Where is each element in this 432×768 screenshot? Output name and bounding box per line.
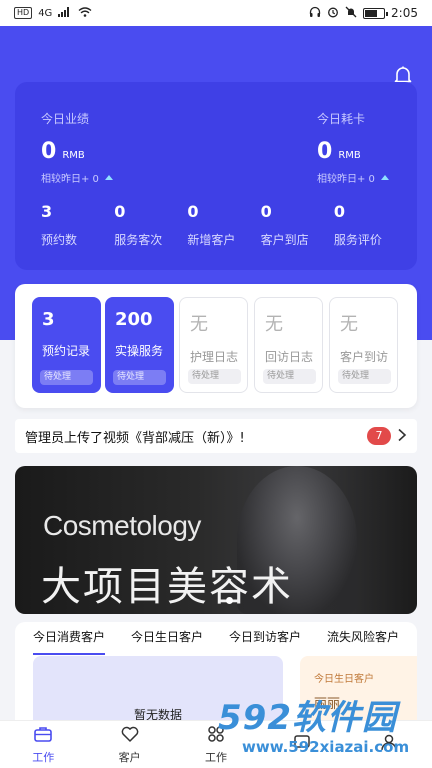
stat-service-reviews[interactable]: 0 服务评价 [334, 202, 407, 248]
promo-banner[interactable]: Cosmetology 大项目美容术 [15, 466, 417, 614]
stats-card: 今日业绩 0 RMB 相较昨日+ 0 今日耗卡 0 RMB 相较昨日+ 0 3 … [15, 82, 417, 270]
stat-value: 0 [114, 202, 126, 221]
tab-churn-risk[interactable]: 流失风险客户 [327, 628, 399, 655]
trend-up-icon [104, 175, 113, 180]
tab-today-visit[interactable]: 今日到访客户 [229, 628, 301, 655]
tabbar-work[interactable]: 工作 [0, 721, 86, 768]
alarm-icon [327, 6, 339, 21]
clock-time: 2:05 [391, 6, 418, 20]
task-followup-log[interactable]: 无 回访日志 待处理 [254, 297, 323, 393]
today-consumption[interactable]: 今日耗卡 0 RMB 相较昨日+ 0 [317, 110, 389, 185]
notice-bar[interactable]: 管理员上传了视频《背部减压（新）》! 7 [15, 419, 417, 453]
task-status-badge: 待处理 [188, 369, 241, 384]
watermark-url: www.592xiazai.com [242, 738, 410, 756]
task-name: 护理日志 [190, 350, 239, 364]
today-performance-unit: RMB [62, 150, 85, 161]
task-appointment-records[interactable]: 3 预约记录 待处理 [32, 297, 101, 393]
stat-value: 3 [41, 202, 53, 221]
hd-indicator: HD [14, 7, 33, 19]
tasks-card: 3 预约记录 待处理 200 实操服务 待处理 无 护理日志 待处理 无 回访日… [15, 284, 417, 408]
task-name: 回访日志 [265, 350, 314, 364]
task-care-log[interactable]: 无 护理日志 待处理 [179, 297, 248, 393]
stats-row: 3 预约数 0 服务客次 0 新增客户 0 客户到店 0 服务评价 [41, 202, 407, 248]
stat-label: 服务客次 [114, 233, 163, 247]
stat-appointments[interactable]: 3 预约数 [41, 202, 114, 248]
task-status-badge: 待处理 [338, 369, 391, 384]
today-consumption-value: 0 [317, 139, 333, 164]
briefcase-icon [33, 724, 53, 747]
task-name: 客户到访 [340, 350, 389, 364]
task-name: 预约记录 [42, 344, 91, 358]
watermark-brand: 592软件园 [218, 698, 397, 738]
today-consumption-compare: 相较昨日+ 0 [317, 174, 375, 185]
today-performance[interactable]: 今日业绩 0 RMB 相较昨日+ 0 [41, 110, 113, 185]
tab-today-birthday[interactable]: 今日生日客户 [131, 628, 203, 655]
task-practical-service[interactable]: 200 实操服务 待处理 [105, 297, 174, 393]
notice-text: 管理员上传了视频《背部减压（新）》! [25, 430, 245, 446]
banner-chinese-title: 大项目美容术 [41, 564, 293, 610]
signal-icon [58, 6, 72, 20]
carousel-indicator[interactable] [226, 597, 233, 604]
site-watermark: 592软件园 www.592xiazai.com [212, 688, 432, 768]
today-consumption-unit: RMB [338, 150, 361, 161]
task-count: 3 [42, 309, 55, 330]
trend-up-icon [380, 175, 389, 180]
tabbar-label: 客户 [118, 751, 141, 764]
task-status-badge: 待处理 [263, 369, 316, 384]
stat-label: 客户到店 [260, 233, 309, 247]
status-bar: HD 4G 2:05 [0, 0, 432, 26]
chevron-right-icon [397, 427, 407, 446]
stat-value: 0 [260, 202, 272, 221]
wifi-icon [78, 6, 92, 20]
today-performance-value: 0 [41, 139, 57, 164]
heart-icon [120, 724, 140, 747]
stat-value: 0 [333, 202, 345, 221]
task-count: 无 [340, 314, 358, 335]
task-count: 无 [265, 314, 283, 335]
task-name: 实操服务 [115, 344, 164, 358]
stat-label: 新增客户 [187, 233, 236, 247]
today-performance-compare: 相较昨日+ 0 [41, 174, 99, 185]
today-performance-label: 今日业绩 [41, 112, 90, 126]
battery-icon [363, 7, 389, 19]
task-count: 无 [190, 314, 208, 335]
tabbar-customers[interactable]: 客户 [86, 721, 172, 768]
task-count: 200 [115, 309, 153, 330]
tab-today-consumption[interactable]: 今日消费客户 [33, 628, 106, 655]
tabbar-label: 工作 [32, 751, 55, 764]
network-indicator: 4G [38, 7, 53, 19]
notice-count-badge: 7 [367, 427, 391, 445]
banner-english-title: Cosmetology [43, 510, 201, 541]
stat-label: 预约数 [41, 233, 78, 247]
stat-service-visits[interactable]: 0 服务客次 [114, 202, 187, 248]
stat-customer-arrivals[interactable]: 0 客户到店 [261, 202, 334, 248]
stat-label: 服务评价 [333, 233, 382, 247]
task-status-badge: 待处理 [40, 370, 93, 385]
today-consumption-label: 今日耗卡 [317, 112, 366, 126]
customer-tabs: 今日消费客户 今日生日客户 今日到访客户 流失风险客户 [15, 622, 417, 655]
birthday-card-title: 今日生日客户 [314, 674, 374, 685]
task-customer-visit[interactable]: 无 客户到访 待处理 [329, 297, 398, 393]
stat-value: 0 [187, 202, 199, 221]
task-status-badge: 待处理 [113, 370, 166, 385]
stat-new-customers[interactable]: 0 新增客户 [187, 202, 260, 248]
headphones-icon [309, 6, 321, 21]
mute-icon [345, 6, 357, 21]
